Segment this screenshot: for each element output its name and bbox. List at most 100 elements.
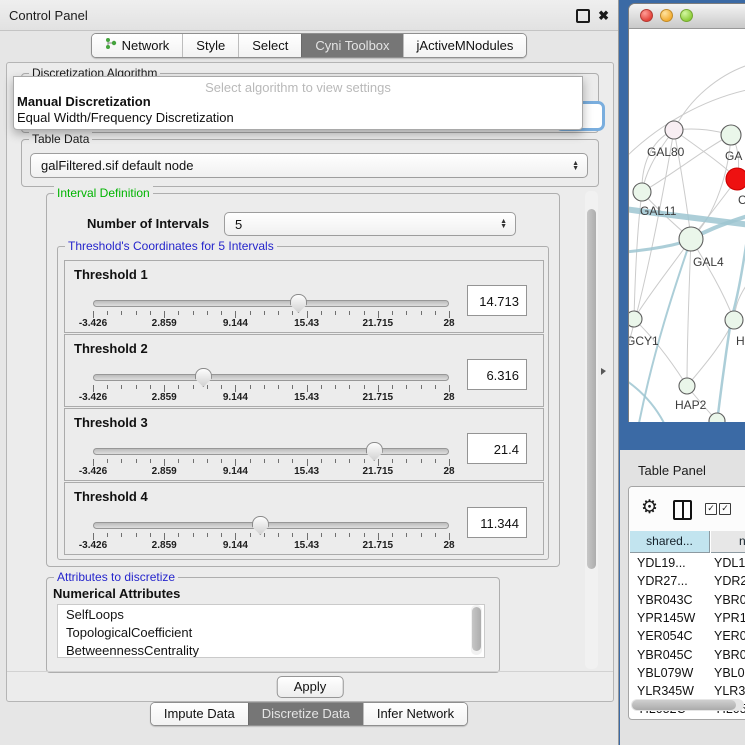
tab-network[interactable]: Network bbox=[92, 34, 183, 57]
close-icon[interactable]: ✖ bbox=[598, 8, 609, 24]
cell-shared-name: YBL079W bbox=[637, 666, 693, 680]
slider-tick bbox=[250, 533, 251, 537]
interval-definition-group: Interval Definition Number of Intervals … bbox=[46, 193, 560, 567]
slider-thumb[interactable] bbox=[366, 442, 383, 461]
table-row[interactable]: YBL079WYBL07 bbox=[629, 665, 745, 683]
network-node[interactable] bbox=[721, 125, 741, 145]
slider-tick bbox=[93, 533, 94, 540]
gear-icon[interactable]: ⚙ bbox=[641, 496, 658, 519]
slider-track[interactable] bbox=[93, 522, 449, 529]
attribute-list-item[interactable]: TopologicalCoefficient bbox=[58, 623, 484, 641]
slider-tick bbox=[221, 459, 222, 463]
network-edge bbox=[642, 135, 731, 192]
attributes-list-scrollbar[interactable] bbox=[471, 605, 482, 655]
network-node[interactable] bbox=[679, 227, 703, 251]
network-node[interactable] bbox=[679, 378, 695, 394]
slider-tick bbox=[435, 459, 436, 463]
threshold-label: Threshold 4 bbox=[74, 489, 148, 504]
slider-scale-label: 9.144 bbox=[223, 540, 248, 551]
slider-tick bbox=[349, 385, 350, 389]
float-window-icon[interactable] bbox=[576, 9, 590, 23]
tab-discretize-data[interactable]: Discretize Data bbox=[248, 703, 363, 725]
network-node[interactable] bbox=[726, 168, 745, 190]
attribute-list-item[interactable]: BetweennessCentrality bbox=[58, 641, 484, 658]
minimize-light[interactable] bbox=[660, 9, 673, 22]
algorithm-option[interactable]: Manual Discretization bbox=[17, 94, 151, 109]
slider-tick bbox=[292, 311, 293, 315]
column-header-name[interactable]: name bbox=[711, 531, 745, 553]
table-data-combo[interactable]: galFiltered.sif default node ▲▼ bbox=[30, 153, 588, 178]
slider-scale-label: 28 bbox=[443, 392, 454, 403]
slider-tick bbox=[264, 311, 265, 315]
slider-tick bbox=[250, 311, 251, 315]
control-panel-window: Control Panel ✖ NetworkStyleSelectCyni T… bbox=[0, 0, 619, 745]
slider-tick bbox=[178, 459, 179, 463]
tab-impute-data[interactable]: Impute Data bbox=[151, 703, 248, 725]
tab-style[interactable]: Style bbox=[182, 34, 238, 57]
network-node[interactable] bbox=[633, 183, 651, 201]
tab-infer-network[interactable]: Infer Network bbox=[363, 703, 467, 725]
table-row[interactable]: YBR045CYBR04 bbox=[629, 647, 745, 665]
threshold-label: Threshold 2 bbox=[74, 341, 148, 356]
apply-button[interactable]: Apply bbox=[277, 676, 344, 698]
network-canvas[interactable]: GAL80GACGAL11GAL4GCY1HHAP2 bbox=[629, 29, 745, 422]
slider-tick bbox=[121, 459, 122, 463]
algorithm-placeholder: Select algorithm to view settings bbox=[14, 80, 582, 95]
close-light[interactable] bbox=[640, 9, 653, 22]
numerical-attributes-list[interactable]: SelfLoopsTopologicalCoefficientBetweenne… bbox=[57, 604, 485, 658]
slider-track[interactable] bbox=[93, 374, 449, 381]
num-intervals-combo[interactable]: 5 ▲▼ bbox=[224, 212, 516, 236]
slider-tick bbox=[93, 385, 94, 392]
threshold-value-field[interactable]: 21.4 bbox=[467, 433, 527, 464]
table-horizontal-scrollbar[interactable] bbox=[631, 699, 744, 711]
slider-track[interactable] bbox=[93, 448, 449, 455]
network-node[interactable] bbox=[725, 311, 743, 329]
checkbox-icon[interactable]: ✓ bbox=[719, 503, 731, 515]
network-node[interactable] bbox=[665, 121, 683, 139]
slider-tick bbox=[364, 533, 365, 537]
columns-icon[interactable] bbox=[673, 500, 692, 520]
slider-scale-label: 2.859 bbox=[152, 392, 177, 403]
slider-track[interactable] bbox=[93, 300, 449, 307]
slider-scale-label: 9.144 bbox=[223, 318, 248, 329]
slider-thumb[interactable] bbox=[252, 516, 269, 535]
cell-name: YBR04 bbox=[714, 593, 745, 607]
threshold-value-field[interactable]: 11.344 bbox=[467, 507, 527, 538]
screen: Control Panel ✖ NetworkStyleSelectCyni T… bbox=[0, 0, 745, 745]
slider-tick bbox=[164, 385, 165, 392]
threshold-label: Threshold 1 bbox=[74, 267, 148, 282]
threshold-value-field[interactable]: 14.713 bbox=[467, 285, 527, 316]
slider-scale-label: 21.715 bbox=[363, 540, 394, 551]
table-row[interactable]: YDL19...YDL19 bbox=[629, 555, 745, 573]
zoom-light[interactable] bbox=[680, 9, 693, 22]
table-row[interactable]: YDR27...YDR27 bbox=[629, 573, 745, 591]
network-node[interactable] bbox=[629, 311, 642, 327]
control-panel-titlebar: Control Panel ✖ bbox=[0, 0, 618, 31]
tab-jactivemnodules[interactable]: jActiveMNodules bbox=[403, 34, 527, 57]
slider-thumb[interactable] bbox=[195, 368, 212, 387]
slider-scale-label: 9.144 bbox=[223, 466, 248, 477]
content-scrollbar[interactable] bbox=[585, 191, 598, 669]
slider-tick bbox=[378, 459, 379, 466]
slider-tick bbox=[449, 385, 450, 392]
slider-tick bbox=[392, 311, 393, 315]
checkbox-icon[interactable]: ✓ bbox=[705, 503, 717, 515]
column-header-shared[interactable]: shared... bbox=[630, 531, 710, 553]
table-row[interactable]: YPR145WYPR14 bbox=[629, 610, 745, 628]
threshold-value-field[interactable]: 6.316 bbox=[467, 359, 527, 390]
attribute-list-item[interactable]: SelfLoops bbox=[58, 605, 484, 623]
tab-cyni-toolbox[interactable]: Cyni Toolbox bbox=[301, 34, 402, 57]
slider-tick bbox=[107, 459, 108, 463]
slider-tick bbox=[364, 385, 365, 389]
attributes-title: Attributes to discretize bbox=[54, 570, 178, 584]
cell-shared-name: YBR043C bbox=[637, 593, 693, 607]
algorithm-option[interactable]: Equal Width/Frequency Discretization bbox=[17, 110, 234, 125]
table-row[interactable]: YER054CYER05 bbox=[629, 628, 745, 646]
table-data-group: Table Data galFiltered.sif default node … bbox=[21, 139, 599, 187]
tab-select[interactable]: Select bbox=[238, 34, 301, 57]
slider-tick bbox=[278, 311, 279, 315]
cell-shared-name: YDR27... bbox=[637, 574, 688, 588]
table-row[interactable]: YBR043C YBR04 bbox=[629, 592, 745, 610]
top-tab-bar: NetworkStyleSelectCyni ToolboxjActiveMNo… bbox=[0, 33, 618, 58]
slider-tick bbox=[150, 311, 151, 315]
